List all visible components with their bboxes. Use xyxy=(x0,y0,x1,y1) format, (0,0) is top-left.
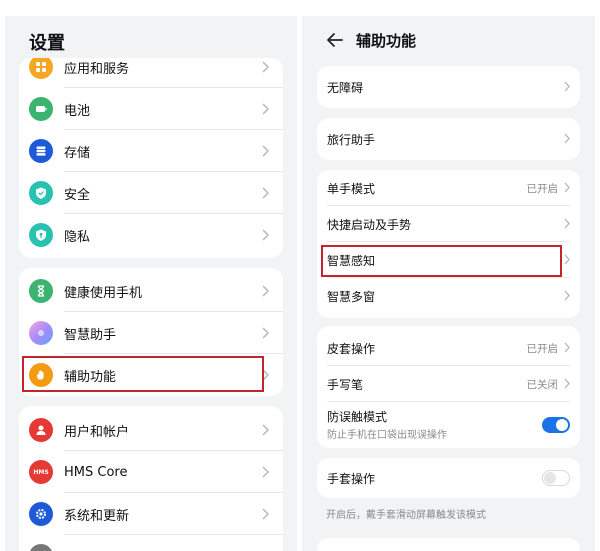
hms-icon: HMS xyxy=(29,460,53,484)
sidebar-item-digital-balance[interactable]: 健康使用手机 xyxy=(19,270,283,312)
apps-icon xyxy=(29,58,53,79)
settings-card-1: 应用和服务 电池 存储 安全 隐私 xyxy=(19,58,283,258)
chevron-right-icon xyxy=(262,424,269,436)
hand-icon xyxy=(29,363,53,387)
chevron-right-icon xyxy=(262,187,269,199)
battery-icon xyxy=(29,97,53,121)
sidebar-item-users-accounts[interactable]: 用户和帐户 xyxy=(19,409,283,451)
sidebar-item-label: HMS Core xyxy=(64,464,128,480)
chevron-right-icon xyxy=(564,133,570,144)
chevron-right-icon xyxy=(262,466,269,478)
row-label: 防误触模式 xyxy=(327,410,388,424)
sidebar-item-label: 安全 xyxy=(64,187,91,203)
sidebar-item-label: 辅助功能 xyxy=(64,369,117,385)
sidebar-item-label: 用户和帐户 xyxy=(64,424,130,440)
row-description: 防止手机在口袋出现误操作 xyxy=(327,430,447,441)
sidebar-item-label: 应用和服务 xyxy=(64,61,130,77)
chevron-right-icon xyxy=(262,327,269,339)
back-arrow-icon[interactable] xyxy=(324,29,346,51)
card-accessibility: 无障碍 xyxy=(317,66,580,108)
chevron-right-icon xyxy=(262,103,269,115)
assistant-icon xyxy=(29,321,53,345)
glove-mode-description: 开启后，戴手套滑动屏幕触发该模式 xyxy=(326,510,486,521)
row-label: 无障碍 xyxy=(327,81,364,95)
row-label: 单手模式 xyxy=(327,182,376,196)
user-icon xyxy=(29,418,53,442)
row-shortcuts-gestures[interactable]: 快捷启动及手势 xyxy=(317,206,580,242)
card-modes: 单手模式 已开启 快捷启动及手势 智慧感知 智慧多窗 xyxy=(317,170,580,318)
sidebar-item-smart-assistant[interactable]: 智慧助手 xyxy=(19,312,283,354)
sidebar-item-label: 智慧助手 xyxy=(64,327,117,343)
row-stylus[interactable]: 手写笔 已关闭 xyxy=(317,366,580,402)
settings-panel: 设置 应用和服务 电池 存储 安全 隐私 健康使用手机 智慧助手 辅助功能 用户… xyxy=(5,16,297,551)
row-pocket-mode: 防误触模式 防止手机在口袋出现误操作 xyxy=(317,404,580,448)
status-value: 已开启 xyxy=(526,183,559,195)
row-travel-assistant[interactable]: 旅行助手 xyxy=(317,121,580,157)
sidebar-item-label: 隐私 xyxy=(64,229,91,245)
chevron-right-icon xyxy=(564,290,570,301)
gear-icon xyxy=(29,502,53,526)
row-label: 手套操作 xyxy=(327,472,376,486)
chevron-right-icon xyxy=(564,218,570,229)
chevron-right-icon xyxy=(262,285,269,297)
row-smart-perception[interactable]: 智慧感知 xyxy=(317,242,580,278)
row-label: 智慧多窗 xyxy=(327,290,376,304)
sidebar-item-accessibility[interactable]: 辅助功能 xyxy=(19,354,283,396)
sidebar-item-label: 健康使用手机 xyxy=(64,285,143,301)
glove-mode-toggle[interactable] xyxy=(542,470,570,486)
sidebar-item-storage[interactable]: 存储 xyxy=(19,130,283,172)
page-title: 设置 xyxy=(29,33,65,54)
chevron-right-icon xyxy=(564,254,570,265)
hourglass-icon xyxy=(29,279,53,303)
chevron-right-icon xyxy=(564,378,570,389)
chevron-right-icon xyxy=(262,229,269,241)
settings-card-2: 健康使用手机 智慧助手 辅助功能 xyxy=(19,268,283,396)
status-value: 已开启 xyxy=(526,343,559,355)
chevron-right-icon xyxy=(262,369,269,381)
row-label: 旅行助手 xyxy=(327,133,376,147)
chevron-right-icon xyxy=(564,342,570,353)
sidebar-item-hms-core[interactable]: HMS HMS Core xyxy=(19,451,283,493)
card-covers: 皮套操作 已开启 手写笔 已关闭 防误触模式 防止手机在口袋出现误操作 xyxy=(317,326,580,448)
privacy-icon xyxy=(29,223,53,247)
sidebar-item-label: 电池 xyxy=(64,103,91,119)
sidebar-item-system-updates[interactable]: 系统和更新 xyxy=(19,493,283,535)
settings-card-3: 用户和帐户 HMS HMS Core 系统和更新 xyxy=(19,406,283,551)
row-multi-window[interactable]: 智慧多窗 xyxy=(317,278,580,314)
sidebar-item-privacy[interactable]: 隐私 xyxy=(19,214,283,256)
sidebar-item-label: 系统和更新 xyxy=(64,508,130,524)
sidebar-item-battery[interactable]: 电池 xyxy=(19,88,283,130)
card-travel-assistant: 旅行助手 xyxy=(317,118,580,160)
row-label: 智慧感知 xyxy=(327,254,376,268)
sidebar-item-partial[interactable] xyxy=(19,535,283,551)
accessibility-panel: 辅助功能 无障碍 旅行助手 单手模式 已开启 快捷启动及手势 智慧感知 智慧多窗… xyxy=(302,16,595,551)
row-cover-operation[interactable]: 皮套操作 已开启 xyxy=(317,330,580,366)
sidebar-item-label: 存储 xyxy=(64,145,91,161)
page-title: 辅助功能 xyxy=(356,32,417,50)
chevron-right-icon xyxy=(564,182,570,193)
row-label: 快捷启动及手势 xyxy=(327,218,412,232)
row-label: 手写笔 xyxy=(327,378,364,392)
storage-icon xyxy=(29,139,53,163)
hms-badge-text: HMS xyxy=(33,468,49,476)
more-icon xyxy=(29,544,53,551)
sidebar-item-apps-services[interactable]: 应用和服务 xyxy=(19,58,283,88)
sidebar-item-security[interactable]: 安全 xyxy=(19,172,283,214)
chevron-right-icon xyxy=(262,508,269,520)
row-one-handed-mode[interactable]: 单手模式 已开启 xyxy=(317,170,580,206)
card-partial xyxy=(317,538,580,551)
card-glove-mode: 手套操作 xyxy=(317,458,580,498)
row-glove-mode: 手套操作 xyxy=(317,460,580,496)
pocket-mode-toggle[interactable] xyxy=(542,417,570,433)
shield-check-icon xyxy=(29,181,53,205)
row-label: 皮套操作 xyxy=(327,342,376,356)
chevron-right-icon xyxy=(262,61,269,73)
chevron-right-icon xyxy=(564,81,570,92)
status-value: 已关闭 xyxy=(526,379,559,391)
row-accessibility[interactable]: 无障碍 xyxy=(317,69,580,105)
chevron-right-icon xyxy=(262,145,269,157)
